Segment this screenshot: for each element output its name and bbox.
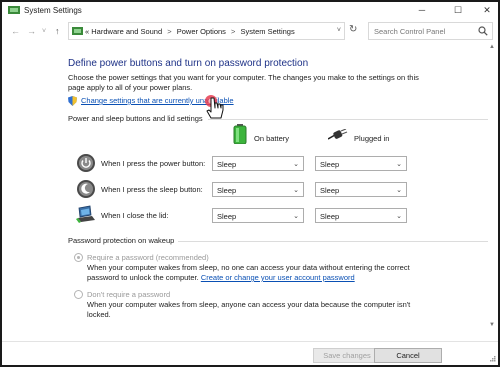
close-lid-plugged-select[interactable]: Sleep ⌄: [315, 208, 407, 223]
footer-divider: [2, 341, 498, 342]
power-button-icon: [77, 154, 95, 172]
maximize-button[interactable]: ☐: [443, 2, 473, 19]
on-battery-column-label: On battery: [254, 134, 290, 143]
chevron-down-icon: ⌄: [293, 213, 299, 220]
cancel-button[interactable]: Cancel: [374, 348, 442, 363]
section-divider: [208, 119, 488, 120]
minimize-button[interactable]: ─: [407, 2, 437, 19]
chevron-down-icon: ⌄: [293, 161, 299, 168]
system-settings-window: System Settings ─ ☐ ✕ ← → ˅ ↑ « Hardware…: [0, 0, 500, 367]
power-button-label: When I press the power button:: [101, 159, 206, 168]
select-value: Sleep: [217, 160, 237, 169]
page-title: Define power buttons and turn on passwor…: [68, 58, 309, 69]
chevron-down-icon: ⌄: [293, 187, 299, 194]
page-description: Choose the power settings that you want …: [68, 73, 419, 92]
select-value: Sleep: [217, 212, 237, 221]
main-content: Define power buttons and turn on passwor…: [2, 44, 498, 363]
title-bar[interactable]: System Settings ─ ☐ ✕: [2, 2, 498, 19]
require-password-label[interactable]: Require a password (recommended): [87, 253, 209, 262]
chevron-down-icon: ⌄: [396, 213, 402, 220]
require-password-description: When your computer wakes from sleep, no …: [87, 263, 427, 283]
navigation-bar: ← → ˅ ↑ « Hardware and Sound > Power Opt…: [2, 21, 498, 43]
back-arrow-icon[interactable]: ←: [11, 26, 20, 36]
power-buttons-section-title: Power and sleep buttons and lid settings: [68, 114, 203, 123]
sleep-button-plugged-select[interactable]: Sleep ⌄: [315, 182, 407, 197]
scroll-down-icon[interactable]: ▼: [489, 322, 495, 328]
breadcrumb-separator[interactable]: >: [231, 27, 235, 36]
power-plug-icon: [328, 129, 348, 140]
refresh-icon[interactable]: ↻: [349, 24, 357, 35]
search-input[interactable]: Search Control Panel: [374, 27, 445, 36]
up-arrow-icon[interactable]: ↑: [55, 26, 60, 36]
user-account-password-link[interactable]: Create or change your user account passw…: [201, 273, 355, 282]
control-panel-icon: [72, 27, 83, 35]
battery-icon: [233, 124, 247, 144]
chevron-down-icon: ⌄: [396, 161, 402, 168]
laptop-lid-icon: [76, 205, 95, 223]
section-divider: [178, 241, 488, 242]
resize-grip-icon[interactable]: [488, 354, 496, 362]
breadcrumb: « Hardware and Sound > Power Options > S…: [85, 27, 295, 36]
select-value: Sleep: [217, 186, 237, 195]
chevron-down-icon: ⌄: [396, 187, 402, 194]
sleep-button-icon: [77, 180, 95, 198]
select-value: Sleep: [320, 160, 340, 169]
select-value: Sleep: [320, 186, 340, 195]
search-box[interactable]: Search Control Panel: [368, 22, 493, 40]
address-bar[interactable]: « Hardware and Sound > Power Options > S…: [68, 22, 345, 40]
breadcrumb-hardware-and-sound[interactable]: Hardware and Sound: [91, 27, 162, 36]
no-password-description: When your computer wakes from sleep, any…: [87, 300, 411, 319]
breadcrumb-power-options[interactable]: Power Options: [177, 27, 226, 36]
plugged-in-column-label: Plugged in: [354, 134, 390, 143]
breadcrumb-separator[interactable]: >: [167, 27, 171, 36]
close-lid-label: When I close the lid:: [101, 211, 169, 220]
recent-locations-icon[interactable]: ˅: [42, 28, 46, 35]
uac-shield-icon: [68, 96, 77, 106]
vertical-scrollbar[interactable]: ▲ ▼: [486, 44, 498, 334]
breadcrumb-system-settings[interactable]: System Settings: [241, 27, 295, 36]
sleep-button-label: When I press the sleep button:: [101, 185, 203, 194]
no-password-radio[interactable]: [74, 290, 83, 299]
close-lid-battery-select[interactable]: Sleep ⌄: [212, 208, 304, 223]
search-icon[interactable]: [478, 26, 488, 36]
close-button[interactable]: ✕: [472, 2, 500, 19]
hand-cursor-icon: [205, 95, 224, 119]
address-dropdown-icon[interactable]: ˅: [337, 27, 341, 34]
password-section-title: Password protection on wakeup: [68, 236, 175, 245]
no-password-label[interactable]: Don't require a password: [87, 290, 170, 299]
window-title: System Settings: [24, 6, 82, 15]
breadcrumb-prefix[interactable]: «: [85, 27, 89, 36]
save-changes-button[interactable]: Save changes: [313, 348, 381, 363]
scroll-up-icon[interactable]: ▲: [489, 44, 495, 50]
select-value: Sleep: [320, 212, 340, 221]
power-button-plugged-select[interactable]: Sleep ⌄: [315, 156, 407, 171]
forward-arrow-icon[interactable]: →: [27, 26, 36, 36]
sleep-button-battery-select[interactable]: Sleep ⌄: [212, 182, 304, 197]
power-button-battery-select[interactable]: Sleep ⌄: [212, 156, 304, 171]
control-panel-icon: [8, 6, 20, 14]
require-password-radio[interactable]: [74, 253, 83, 262]
